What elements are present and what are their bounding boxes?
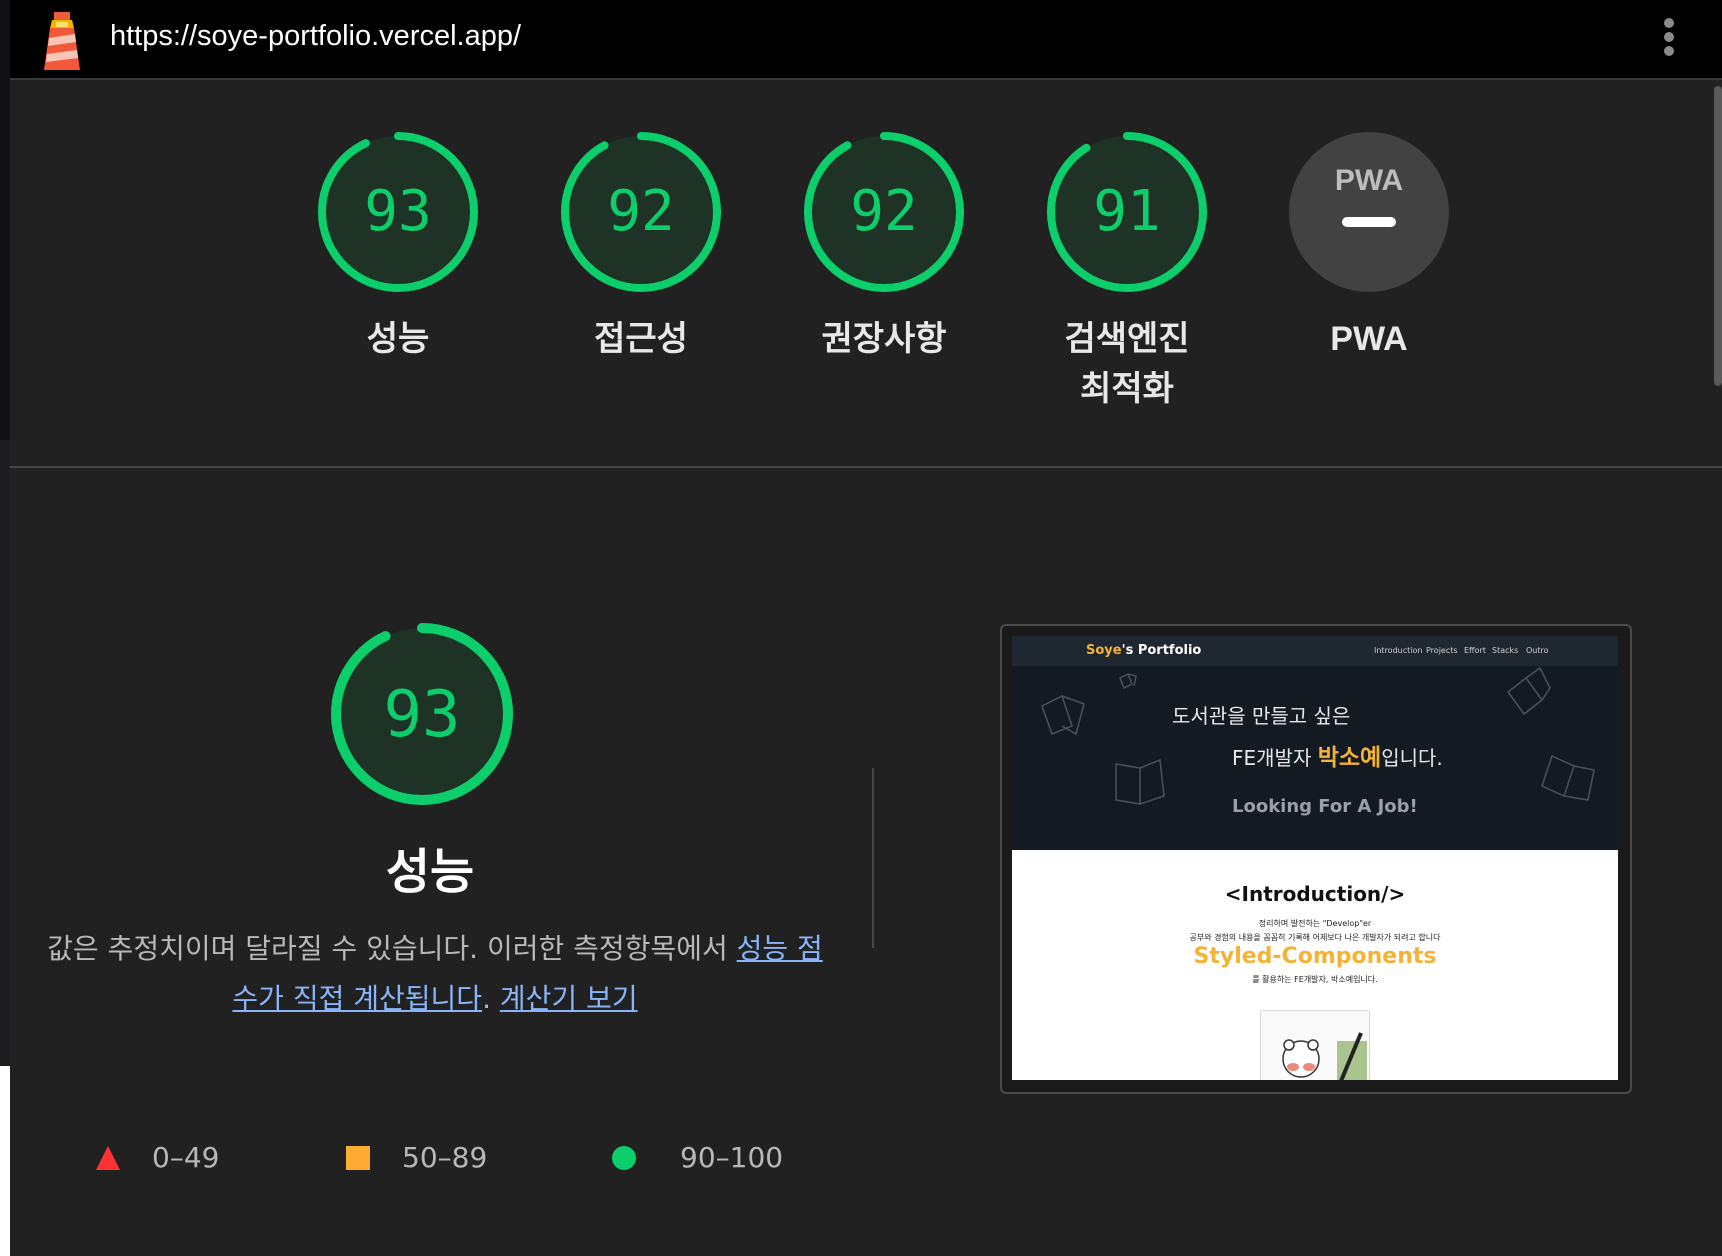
report-topbar: https://soye-portfolio.vercel.app/ xyxy=(10,0,1722,80)
section-divider xyxy=(10,466,1722,468)
gauge-score: 93 xyxy=(364,179,431,244)
screenshot-intro-sub3: 를 활용하는 FE개발자, 박소예입니다. xyxy=(1252,975,1378,984)
pwa-badge-icon: PWA xyxy=(1289,132,1449,292)
screenshot-hero-line3: Looking For A Job! xyxy=(1232,796,1418,817)
performance-score: 93 xyxy=(383,678,460,752)
gauge-score: 92 xyxy=(850,179,917,244)
kebab-menu-icon[interactable] xyxy=(1662,18,1676,62)
gauge-label-line1: 검색엔진 xyxy=(1064,319,1190,359)
screenshot-intro-highlight: Styled-Components xyxy=(1193,944,1437,969)
gauge-seo[interactable]: 91 검색엔진 최적화 xyxy=(1027,130,1227,414)
gauge-performance[interactable]: 93 성능 xyxy=(298,130,498,364)
screenshot-hero-line1: 도서관을 만들고 싶은 xyxy=(1172,704,1351,728)
circle-icon xyxy=(612,1146,636,1170)
gauge-score: 91 xyxy=(1093,179,1160,244)
gauge-pwa[interactable]: PWA PWA xyxy=(1269,130,1469,364)
pwa-dash xyxy=(1342,217,1396,227)
calculator-link[interactable]: 계산기 보기 xyxy=(500,982,638,1015)
screenshot-intro-title: <Introduction/> xyxy=(1224,882,1406,906)
report-url: https://soye-portfolio.vercel.app/ xyxy=(110,20,522,52)
pwa-badge-text: PWA xyxy=(1335,164,1403,197)
gauge-best-practices[interactable]: 92 권장사항 xyxy=(784,130,984,364)
legend-range: 90–100 xyxy=(680,1141,784,1174)
screenshot-hero: Soye's Portfolio Introduction Projects E… xyxy=(1012,636,1618,850)
gauge-ring: 91 xyxy=(1047,132,1207,292)
gauge-ring: 93 xyxy=(318,132,478,292)
screenshot-hero-line2: FE개발자 박소예입니다. xyxy=(1232,745,1443,771)
character-illustration-icon xyxy=(1282,1032,1367,1080)
gauge-score: 92 xyxy=(607,179,674,244)
final-screenshot[interactable]: Soye's Portfolio Introduction Projects E… xyxy=(1000,624,1632,1094)
screenshot-intro-sub1: 정리하며 발전하는 "Develop"er xyxy=(1258,919,1372,928)
lighthouse-icon xyxy=(44,12,80,70)
separator-text: . xyxy=(482,982,500,1015)
screenshot-profile-card xyxy=(1260,1010,1370,1080)
gauge-ring: 92 xyxy=(804,132,964,292)
report-panel: 93 성능 92 접근성 92 권장사항 91 검색엔진 최적화 PWA PWA… xyxy=(10,80,1722,1256)
lighthouse-report-window: https://soye-portfolio.vercel.app/ 93 성능… xyxy=(0,0,1722,1256)
legend-range: 50–89 xyxy=(402,1141,488,1174)
legend-range: 0–49 xyxy=(152,1141,220,1174)
performance-description: 값은 추정치이며 달라질 수 있습니다. 이러한 측정항목에서 성능 점수가 직… xyxy=(40,924,830,1024)
performance-gauge: 93 xyxy=(331,623,513,805)
gauge-accessibility[interactable]: 92 접근성 xyxy=(541,130,741,364)
description-text: 값은 추정치이며 달라질 수 있습니다. 이러한 측정항목에서 xyxy=(47,932,737,965)
performance-title: 성능 xyxy=(385,844,475,900)
screenshot-image: Soye's Portfolio Introduction Projects E… xyxy=(1012,636,1618,1080)
gauge-label-line2: 최적화 xyxy=(1080,369,1174,409)
gauge-label: 검색엔진 최적화 xyxy=(1027,314,1227,414)
score-calculation-link[interactable]: 성능 점 xyxy=(737,932,823,965)
triangle-icon xyxy=(96,1146,120,1170)
score-calculation-link-cont[interactable]: 수가 직접 계산됩니다 xyxy=(232,982,482,1015)
gauge-label: PWA xyxy=(1330,320,1408,358)
gauge-label: 권장사항 xyxy=(821,319,947,359)
gauge-label: 성능 xyxy=(366,319,430,359)
screenshot-intro-sub2: 공부와 경험의 내용을 꼼꼼히 기록해 어제보다 나은 개발자가 되려고 합니다 xyxy=(1189,933,1441,942)
square-icon xyxy=(346,1146,370,1170)
gauge-label: 접근성 xyxy=(594,319,688,359)
score-gauges-summary: 93 성능 92 접근성 92 권장사항 91 검색엔진 최적화 PWA PWA xyxy=(10,80,1722,466)
vertical-divider xyxy=(872,768,874,948)
gauge-ring: 92 xyxy=(561,132,721,292)
background-window-edge xyxy=(0,0,10,1066)
